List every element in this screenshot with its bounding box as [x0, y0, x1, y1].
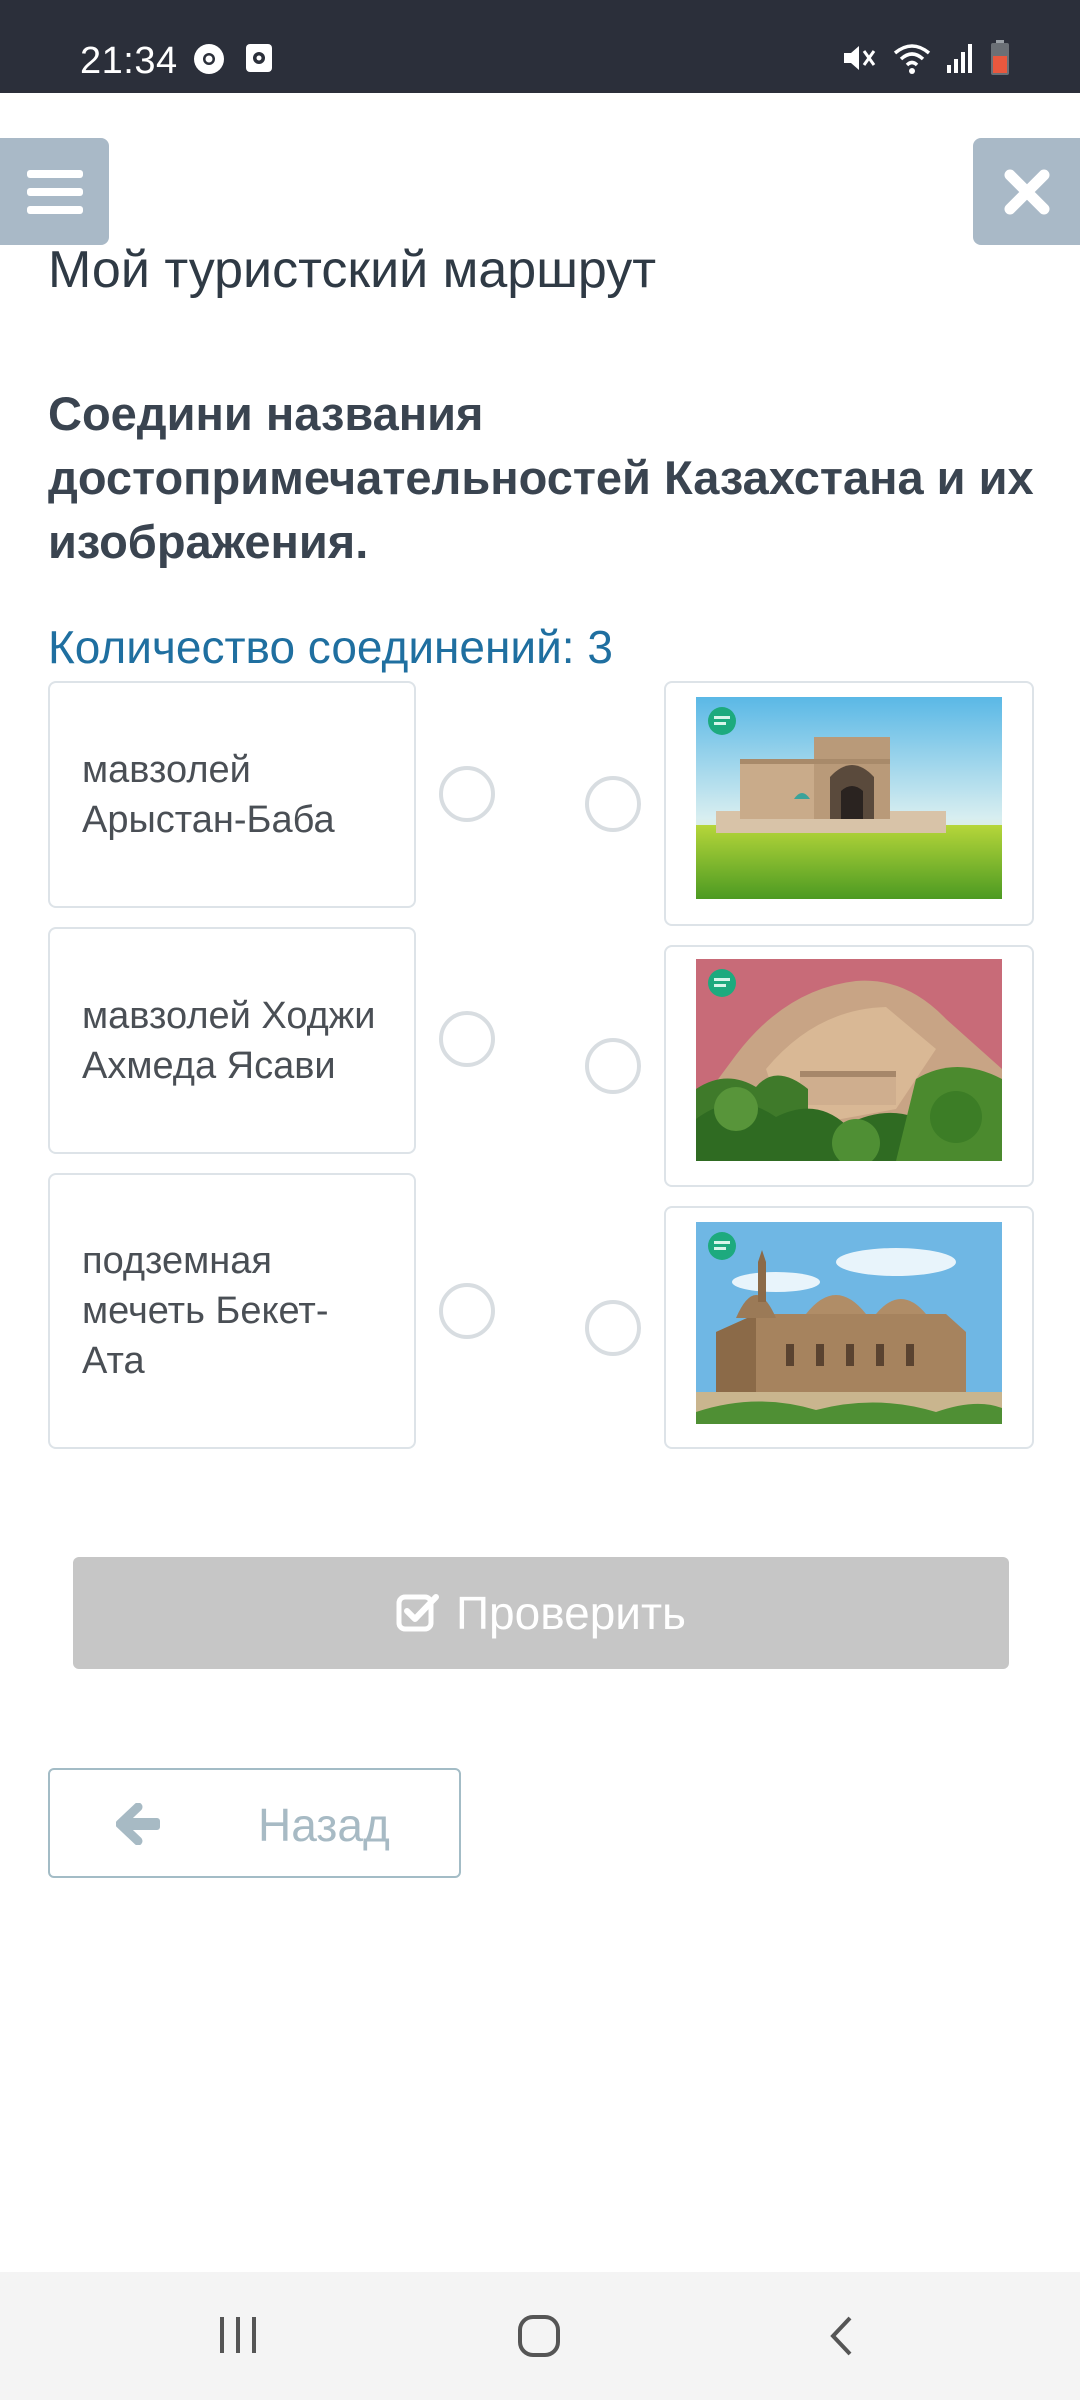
recents-icon[interactable]: [216, 2315, 260, 2355]
left-connector-radio[interactable]: [439, 766, 495, 822]
right-item-card[interactable]: [664, 1206, 1034, 1449]
left-connector-radio[interactable]: [439, 1011, 495, 1067]
right-connector-radio[interactable]: [585, 776, 641, 832]
left-item-card[interactable]: мавзолей Ходжи Ахмеда Ясави: [48, 927, 416, 1154]
connection-count: Количество соединений: 3: [48, 621, 613, 673]
right-item-card[interactable]: [664, 945, 1034, 1187]
status-bar: 21:34: [0, 0, 1080, 93]
domed-building-illustration: [696, 1222, 1002, 1424]
arrow-left-icon: [116, 1803, 160, 1845]
status-icons: [840, 40, 1010, 76]
back-button[interactable]: Назад: [48, 1768, 461, 1878]
rocky-hill-illustration: [696, 959, 1002, 1161]
left-connector-radio[interactable]: [439, 1283, 495, 1339]
system-nav-bar: [0, 2272, 1080, 2400]
left-item-card[interactable]: подземная мечеть Бекет-Ата: [48, 1173, 416, 1449]
menu-button[interactable]: [0, 138, 109, 245]
check-button[interactable]: Проверить: [73, 1557, 1009, 1669]
left-item-label: мавзолей Арыстан-Баба: [82, 748, 335, 841]
back-icon[interactable]: [826, 2315, 856, 2357]
right-connector-radio[interactable]: [585, 1300, 641, 1356]
signal-icon: [947, 44, 972, 73]
right-connector-radio[interactable]: [585, 1038, 641, 1094]
close-button[interactable]: [973, 138, 1080, 245]
back-button-label: Назад: [258, 1799, 390, 1851]
hamburger-icon: [26, 169, 83, 214]
mausoleum-illustration: [696, 697, 1002, 899]
mute-icon: [844, 46, 876, 70]
left-item-label: мавзолей Ходжи Ахмеда Ясави: [82, 994, 376, 1087]
battery-icon: [991, 40, 1009, 75]
checkbox-icon: [396, 1594, 439, 1632]
question-text: Соедини названия достопримечательностей …: [48, 387, 1034, 568]
check-button-label: Проверить: [455, 1587, 687, 1639]
home-icon[interactable]: [516, 2313, 562, 2359]
wifi-icon: [893, 44, 931, 74]
status-time: 21:34: [80, 40, 178, 82]
screen-record-icon: [246, 44, 272, 72]
right-item-card[interactable]: [664, 681, 1034, 926]
left-item-card[interactable]: мавзолей Арыстан-Баба: [48, 681, 416, 908]
left-item-label: подземная мечеть Бекет-Ата: [82, 1240, 329, 1382]
chrome-icon: [194, 44, 224, 74]
page-title: Мой туристский маршрут: [48, 241, 657, 299]
close-icon: [1004, 169, 1049, 214]
